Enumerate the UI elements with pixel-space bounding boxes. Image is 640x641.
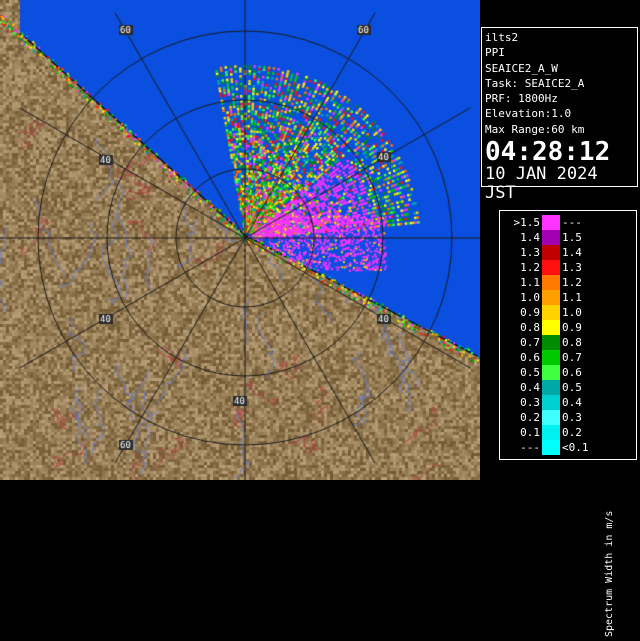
legend-low-value: 1.3 [520,246,540,259]
legend-row: 0.7 0.8 [500,335,636,350]
legend-color-swatch [542,305,560,320]
legend-high-value: 0.2 [562,426,582,439]
legend-title: Spectrum Width in m/s [600,441,620,641]
legend-row: 0.5 0.6 [500,365,636,380]
legend-high-value: --- [562,216,582,229]
legend-color-swatch [542,365,560,380]
legend-low-value: >1.5 [513,216,541,229]
legend-high-value: 0.7 [562,351,582,364]
legend-color-swatch [542,290,560,305]
color-legend: >1.5 --- 1.4 1.5 1.3 1.4 1.2 1.3 1.1 1.2 1.0 1.1 0.9… [499,210,637,637]
legend-low-value: --- [520,441,540,454]
legend-high-value: <0.1 [562,441,589,454]
max-range-label: Max Range:60 km [485,122,585,136]
legend-row: 0.9 1.0 [500,305,636,320]
radar-ppi-display[interactable] [0,0,480,480]
legend-low-value: 1.1 [520,276,540,289]
legend-low-value: 0.4 [520,381,540,394]
legend-high-value: 0.6 [562,366,582,379]
legend-low-value: 0.5 [520,366,540,379]
legend-color-swatch [542,395,560,410]
legend-color-swatch [542,380,560,395]
legend-high-value: 1.1 [562,291,582,304]
legend-low-value: 0.8 [520,321,540,334]
task-label: Task: SEAICE2_A [485,76,585,90]
legend-low-value: 0.1 [520,426,540,439]
legend-high-value: 0.5 [562,381,582,394]
legend-high-value: 0.9 [562,321,582,334]
legend-row: 0.3 0.4 [500,395,636,410]
scan-date: 10 JAN 2024 JST [485,164,598,204]
legend-color-swatch [542,230,560,245]
legend-low-value: 1.0 [520,291,540,304]
legend-row: 1.3 1.4 [500,245,636,260]
legend-high-value: 0.8 [562,336,582,349]
scan-info-panel: ilts2 PPI SEAICE2_A_W Task: SEAICE2_A PR… [481,27,638,203]
legend-color-swatch [542,245,560,260]
legend-row: 1.2 1.3 [500,260,636,275]
legend-high-value: 1.3 [562,261,582,274]
legend-row: 0.8 0.9 [500,320,636,335]
legend-color-swatch [542,215,560,230]
legend-row: 0.4 0.5 [500,380,636,395]
legend-low-value: 0.6 [520,351,540,364]
legend-color-swatch [542,260,560,275]
station-name: ilts2 [485,31,519,44]
legend-color-swatch [542,440,560,455]
legend-color-swatch [542,350,560,365]
elevation-label: Elevation:1.0 [485,107,572,121]
legend-high-value: 0.3 [562,411,582,424]
legend-low-value: 1.2 [520,261,540,274]
legend-row: 1.4 1.5 [500,230,636,245]
legend-high-value: 1.5 [562,231,582,244]
legend-row: 0.2 0.3 [500,410,636,425]
scan-name: SEAICE2_A_W [485,61,558,75]
scan-time: 04:28:12 [485,137,611,168]
legend-row: >1.5 --- [500,215,636,230]
legend-color-swatch [542,335,560,350]
legend-row: 1.0 1.1 [500,290,636,305]
legend-low-value: 0.7 [520,336,540,349]
legend-title-text: Spectrum Width in m/s [604,510,615,637]
legend-color-swatch [542,425,560,440]
legend-color-swatch [542,320,560,335]
legend-high-value: 1.2 [562,276,582,289]
legend-low-value: 1.4 [520,231,540,244]
legend-low-value: 0.9 [520,306,540,319]
legend-row: 0.1 0.2 [500,425,636,440]
legend-row: 0.6 0.7 [500,350,636,365]
legend-row: 1.1 1.2 [500,275,636,290]
prf-label: PRF: 1800Hz [485,92,558,106]
legend-color-swatch [542,410,560,425]
legend-high-value: 1.4 [562,246,582,259]
legend-low-value: 0.2 [520,411,540,424]
scan-type: PPI [485,46,505,60]
legend-high-value: 1.0 [562,306,582,319]
legend-high-value: 0.4 [562,396,582,409]
legend-low-value: 0.3 [520,396,540,409]
legend-color-swatch [542,275,560,290]
